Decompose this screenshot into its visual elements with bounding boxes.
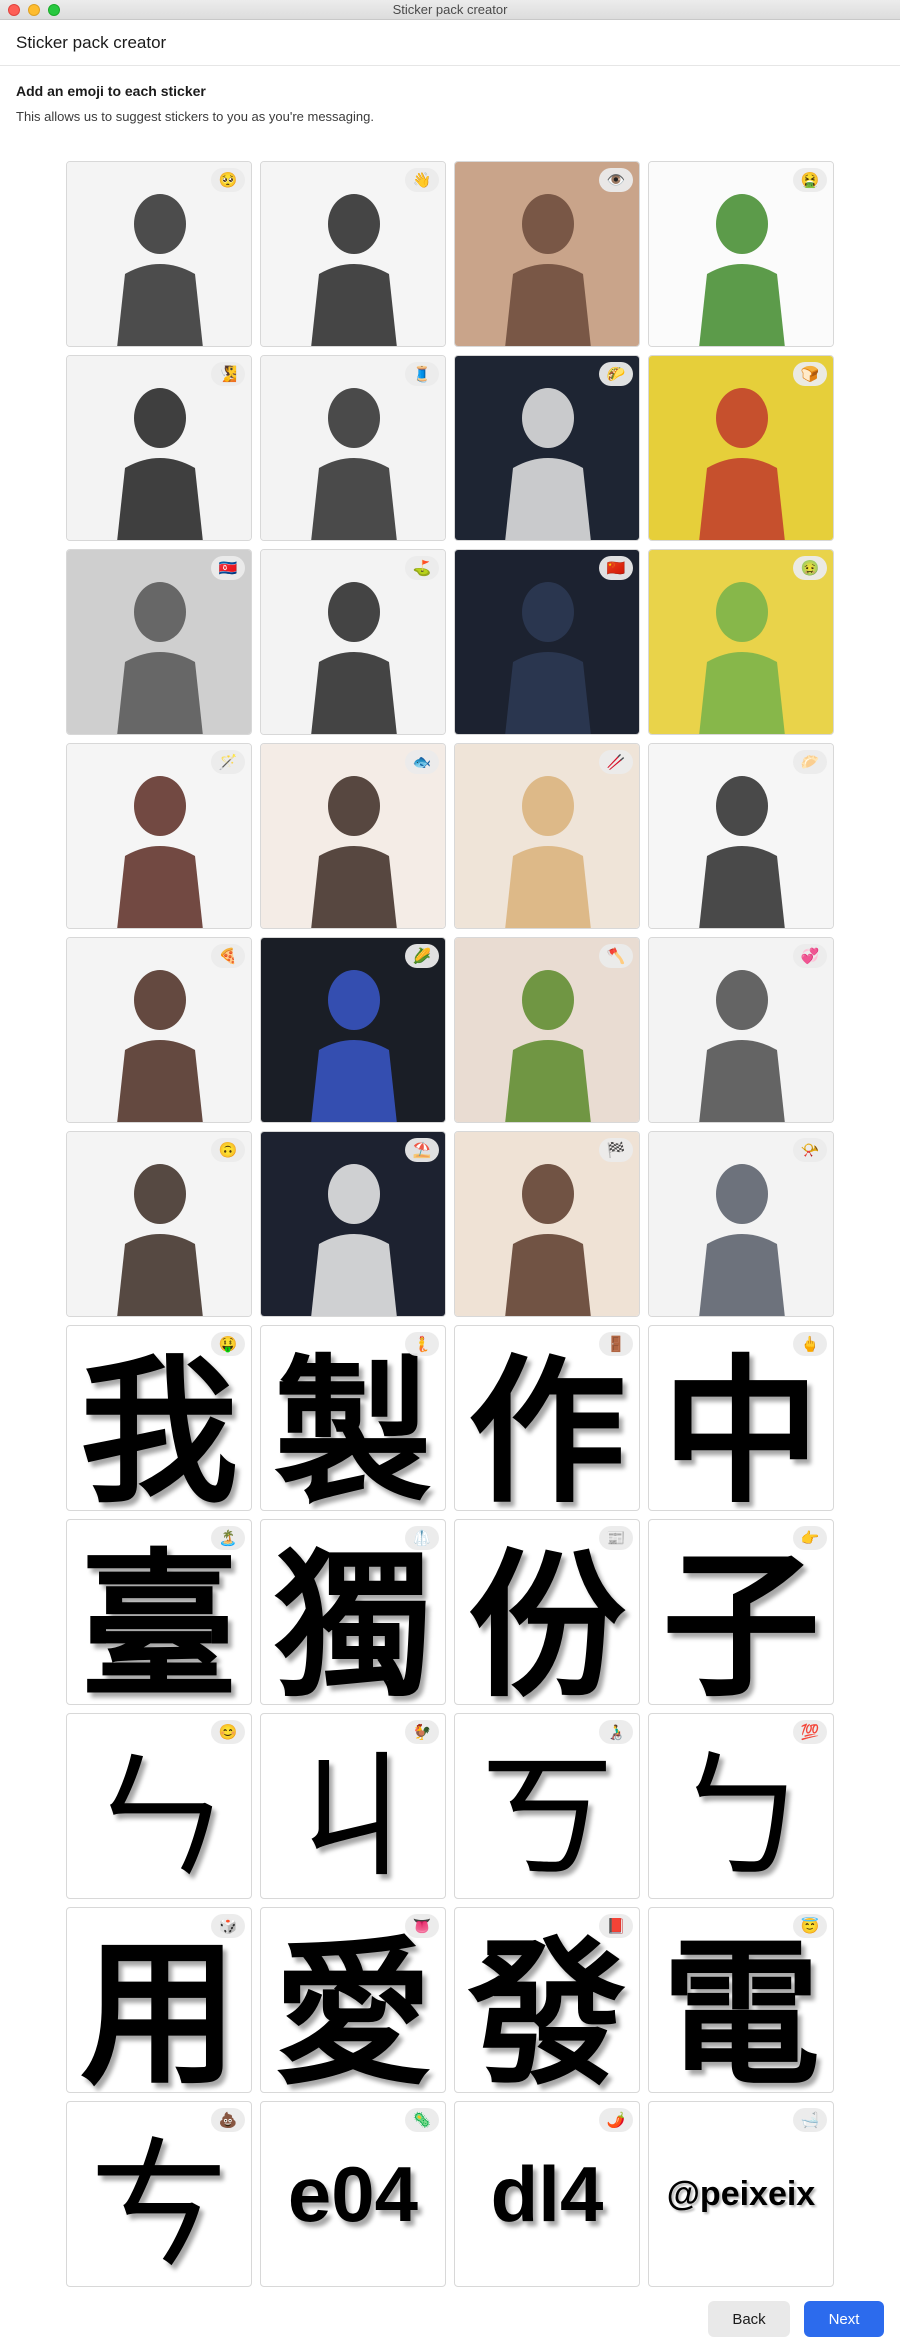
- sticker-tile[interactable]: ㄐ 🐓: [260, 1713, 446, 1899]
- emoji-badge[interactable]: 💞: [793, 944, 827, 968]
- sticker-tile[interactable]: ⛳: [260, 549, 446, 735]
- emoji-badge[interactable]: ⛳: [405, 556, 439, 580]
- page-header: Sticker pack creator: [0, 20, 900, 66]
- window-title: Sticker pack creator: [392, 2, 508, 17]
- sticker-tile[interactable]: 🌮: [454, 355, 640, 541]
- sticker-tile[interactable]: 🪓: [454, 937, 640, 1123]
- sticker-tile[interactable]: 💞: [648, 937, 834, 1123]
- emoji-badge[interactable]: 🧵: [405, 362, 439, 386]
- sticker-tile[interactable]: 用 🎲: [66, 1907, 252, 2093]
- emoji-badge[interactable]: 👋: [405, 168, 439, 192]
- emoji-badge[interactable]: 🐓: [405, 1720, 439, 1744]
- sticker-tile[interactable]: ⛱️: [260, 1131, 446, 1317]
- window-titlebar: Sticker pack creator: [0, 0, 900, 20]
- emoji-badge[interactable]: 🥢: [599, 750, 633, 774]
- emoji-badge[interactable]: 🤢: [793, 556, 827, 580]
- emoji-badge[interactable]: 🌮: [599, 362, 633, 386]
- sticker-tile[interactable]: 📯: [648, 1131, 834, 1317]
- emoji-badge[interactable]: 🤑: [211, 1332, 245, 1356]
- emoji-badge[interactable]: 🥺: [211, 168, 245, 192]
- sticker-tile[interactable]: 電 😇: [648, 1907, 834, 2093]
- sticker-tile[interactable]: 🐟: [260, 743, 446, 929]
- emoji-badge[interactable]: 👁️: [599, 168, 633, 192]
- emoji-badge[interactable]: 📰: [599, 1526, 633, 1550]
- emoji-badge[interactable]: 🍕: [211, 944, 245, 968]
- sticker-tile[interactable]: 🇰🇵: [66, 549, 252, 735]
- emoji-badge[interactable]: ⛱️: [405, 1138, 439, 1162]
- emoji-badge[interactable]: 🌽: [405, 944, 439, 968]
- emoji-badge[interactable]: 😇: [793, 1914, 827, 1938]
- emoji-badge[interactable]: 🇨🇳: [599, 556, 633, 580]
- emoji-badge[interactable]: 🦠: [405, 2108, 439, 2132]
- back-button[interactable]: Back: [708, 2301, 790, 2337]
- emoji-badge[interactable]: 💩: [211, 2108, 245, 2132]
- sticker-tile[interactable]: 🪄: [66, 743, 252, 929]
- emoji-badge[interactable]: 🎲: [211, 1914, 245, 1938]
- emoji-badge[interactable]: 🧏: [211, 362, 245, 386]
- sticker-tile[interactable]: ㄎ 👨‍🦽: [454, 1713, 640, 1899]
- sticker-tile[interactable]: 🍕: [66, 937, 252, 1123]
- sticker-tile[interactable]: 🧵: [260, 355, 446, 541]
- sticker-tile[interactable]: ㄅ 💯: [648, 1713, 834, 1899]
- sticker-tile[interactable]: 中 🖕: [648, 1325, 834, 1511]
- emoji-badge[interactable]: 🛁: [793, 2108, 827, 2132]
- sticker-tile[interactable]: 🤢: [648, 549, 834, 735]
- sticker-tile[interactable]: 🇨🇳: [454, 549, 640, 735]
- sticker-tile[interactable]: 愛 👅: [260, 1907, 446, 2093]
- emoji-badge[interactable]: 🪓: [599, 944, 633, 968]
- emoji-badge[interactable]: 👅: [405, 1914, 439, 1938]
- sticker-tile[interactable]: 🙃: [66, 1131, 252, 1317]
- sticker-tile[interactable]: dl4 🌶️: [454, 2101, 640, 2287]
- sticker-tile[interactable]: 🍞: [648, 355, 834, 541]
- emoji-badge[interactable]: 👉: [793, 1526, 827, 1550]
- instructions-title: Add an emoji to each sticker: [16, 83, 206, 99]
- emoji-badge[interactable]: 🙃: [211, 1138, 245, 1162]
- next-button[interactable]: Next: [804, 2301, 884, 2337]
- sticker-tile[interactable]: 臺 🏝️: [66, 1519, 252, 1705]
- sticker-tile[interactable]: ㄣ 😊: [66, 1713, 252, 1899]
- sticker-tile[interactable]: e04 🦠: [260, 2101, 446, 2287]
- page-title: Sticker pack creator: [16, 33, 167, 52]
- sticker-tile[interactable]: 製 🧜: [260, 1325, 446, 1511]
- sticker-tile[interactable]: 作 🚪: [454, 1325, 640, 1511]
- sticker-tile[interactable]: ㄘ 💩: [66, 2101, 252, 2287]
- emoji-badge[interactable]: 🥼: [405, 1526, 439, 1550]
- emoji-badge[interactable]: 🏝️: [211, 1526, 245, 1550]
- sticker-tile[interactable]: 🧏: [66, 355, 252, 541]
- emoji-badge[interactable]: 🐟: [405, 750, 439, 774]
- emoji-badge[interactable]: 🏁: [599, 1138, 633, 1162]
- emoji-badge[interactable]: 🧜: [405, 1332, 439, 1356]
- sticker-tile[interactable]: 份 📰: [454, 1519, 640, 1705]
- instructions-subtitle: This allows us to suggest stickers to yo…: [16, 109, 374, 124]
- sticker-tile[interactable]: 🥢: [454, 743, 640, 929]
- emoji-badge[interactable]: 💯: [793, 1720, 827, 1744]
- emoji-badge[interactable]: 📯: [793, 1138, 827, 1162]
- sticker-tile[interactable]: @peixeix 🛁: [648, 2101, 834, 2287]
- emoji-badge[interactable]: 😊: [211, 1720, 245, 1744]
- sticker-tile[interactable]: 👋: [260, 161, 446, 347]
- sticker-tile[interactable]: 🤮: [648, 161, 834, 347]
- sticker-tile[interactable]: 🌽: [260, 937, 446, 1123]
- sticker-tile[interactable]: 🥟: [648, 743, 834, 929]
- sticker-tile[interactable]: 發 📕: [454, 1907, 640, 2093]
- sticker-tile[interactable]: 🥺: [66, 161, 252, 347]
- sticker-tile[interactable]: 獨 🥼: [260, 1519, 446, 1705]
- emoji-badge[interactable]: 🥟: [793, 750, 827, 774]
- sticker-tile[interactable]: 子 👉: [648, 1519, 834, 1705]
- emoji-badge[interactable]: 🍞: [793, 362, 827, 386]
- emoji-badge[interactable]: 🌶️: [599, 2108, 633, 2132]
- emoji-badge[interactable]: 👨‍🦽: [599, 1720, 633, 1744]
- emoji-badge[interactable]: 🇰🇵: [211, 556, 245, 580]
- emoji-badge[interactable]: 📕: [599, 1914, 633, 1938]
- emoji-badge[interactable]: 🖕: [793, 1332, 827, 1356]
- emoji-badge[interactable]: 🪄: [211, 750, 245, 774]
- sticker-grid: 🥺 👋 👁️ 🤮 🧏 🧵 🌮 🍞 🇰🇵 ⛳ 🇨🇳 🤢 🪄 🐟 🥢 🥟 🍕 🌽 🪓 💞 🙃 ⛱️ 🏁 📯 我 🤑 製 🧜 作 🚪 中 🖕 臺 🏝️ 獨…: [66, 161, 836, 2287]
- emoji-badge[interactable]: 🤮: [793, 168, 827, 192]
- emoji-badge[interactable]: 🚪: [599, 1332, 633, 1356]
- sticker-tile[interactable]: 👁️: [454, 161, 640, 347]
- sticker-tile[interactable]: 🏁: [454, 1131, 640, 1317]
- sticker-tile[interactable]: 我 🤑: [66, 1325, 252, 1511]
